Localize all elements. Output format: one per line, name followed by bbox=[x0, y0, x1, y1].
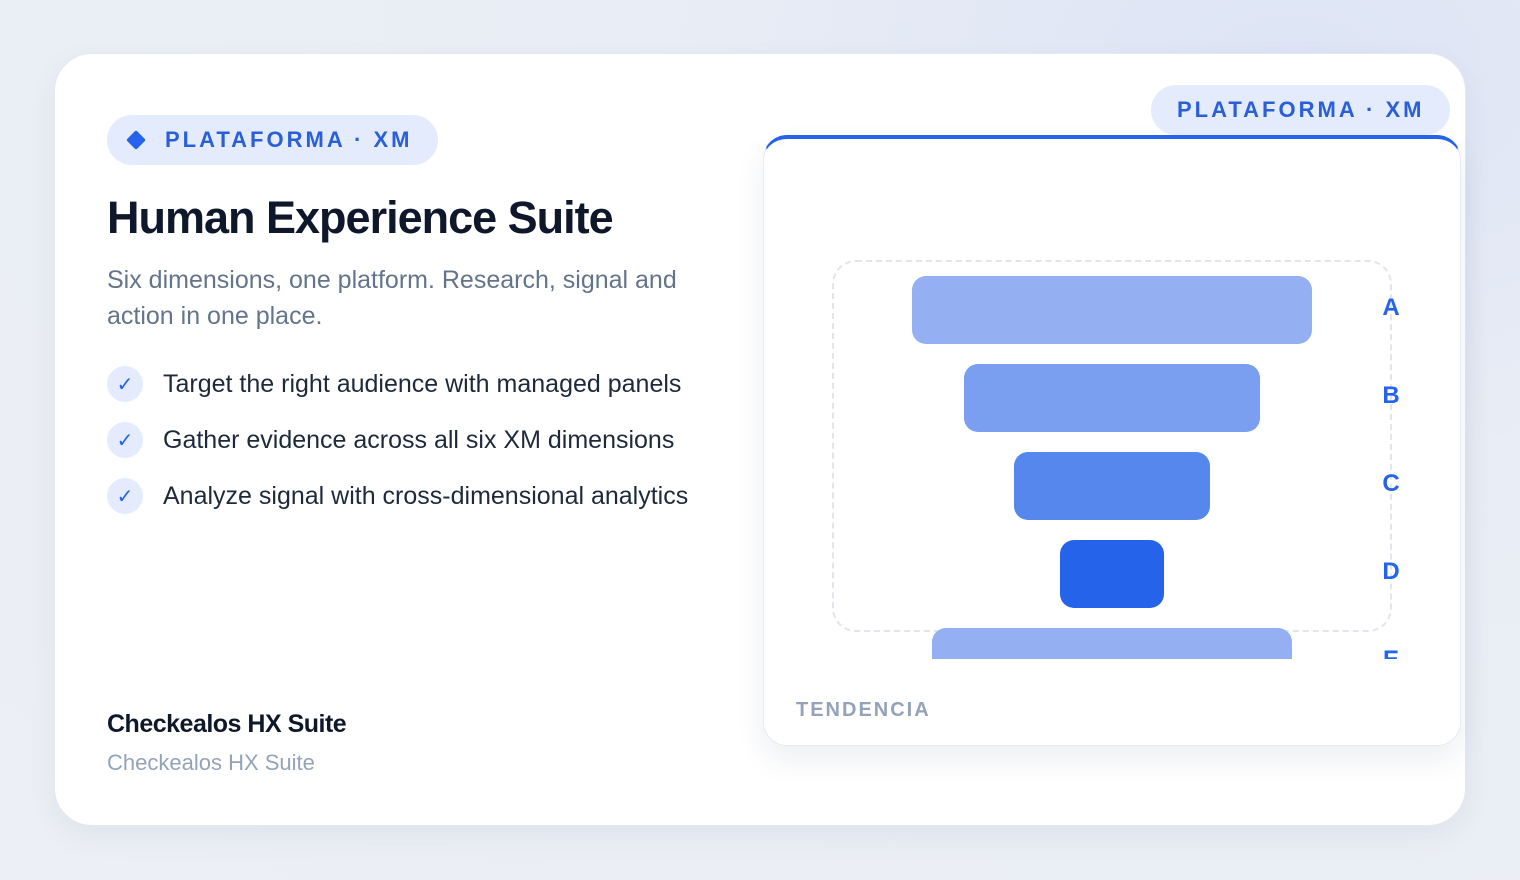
funnel-bar-c bbox=[1014, 452, 1210, 520]
feature-text: Target the right audience with managed p… bbox=[163, 370, 682, 398]
feature-list: ✓ Target the right audience with managed… bbox=[107, 366, 717, 534]
panel-badge: PLATAFORMA · XM bbox=[1151, 85, 1451, 135]
funnel-label-d: D bbox=[1382, 558, 1400, 585]
feature-item: ✓ Target the right audience with managed… bbox=[107, 366, 717, 402]
platform-badge: PLATAFORMA · XM bbox=[107, 115, 439, 165]
page-subtitle: Six dimensions, one platform. Research, … bbox=[107, 266, 677, 330]
funnel-label-e: E bbox=[1376, 646, 1406, 659]
hero-card: PLATAFORMA · XM Human Experience Suite S… bbox=[54, 53, 1466, 826]
panel-footer-label: TENDENCIA bbox=[796, 699, 931, 721]
funnel-label-b: B bbox=[1382, 382, 1400, 409]
check-icon: ✓ bbox=[107, 422, 143, 458]
funnel-chart: A B C D E bbox=[764, 139, 1460, 659]
feature-text: Gather evidence across all six XM dimens… bbox=[163, 426, 675, 454]
funnel-bar-a bbox=[912, 276, 1312, 344]
brand-subtitle: Checkealos HX Suite bbox=[107, 750, 315, 775]
page-title: Human Experience Suite bbox=[107, 192, 614, 243]
funnel-label-c: C bbox=[1382, 470, 1400, 497]
feature-text: Analyze signal with cross-dimensional an… bbox=[163, 482, 689, 510]
diamond-icon bbox=[126, 130, 146, 150]
funnel-bar-d bbox=[1060, 540, 1164, 608]
funnel-bar-b bbox=[964, 364, 1260, 432]
brand-name: Checkealos HX Suite bbox=[107, 710, 347, 738]
platform-badge-label: PLATAFORMA · XM bbox=[165, 127, 413, 152]
chart-panel: A B C D E TENDENCIA bbox=[763, 135, 1461, 746]
feature-item: ✓ Gather evidence across all six XM dime… bbox=[107, 422, 717, 458]
check-icon: ✓ bbox=[107, 478, 143, 514]
feature-item: ✓ Analyze signal with cross-dimensional … bbox=[107, 478, 717, 514]
check-icon: ✓ bbox=[107, 366, 143, 402]
funnel-label-a: A bbox=[1382, 294, 1400, 321]
funnel-bar-e bbox=[932, 628, 1292, 659]
